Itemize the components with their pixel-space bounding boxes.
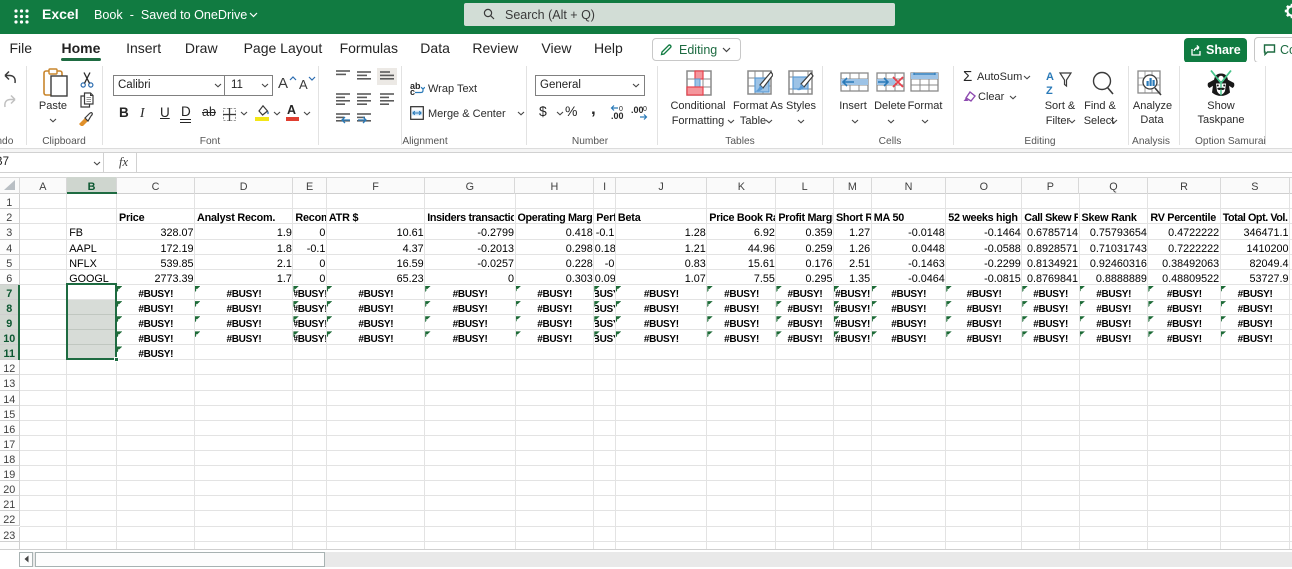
svg-text:Z: Z xyxy=(1046,85,1053,97)
svg-text:c: c xyxy=(410,87,415,95)
svg-text:A: A xyxy=(1046,71,1054,83)
svg-text:0: 0 xyxy=(619,106,623,113)
svg-text:.00: .00 xyxy=(631,105,644,115)
svg-text:0: 0 xyxy=(643,106,647,113)
